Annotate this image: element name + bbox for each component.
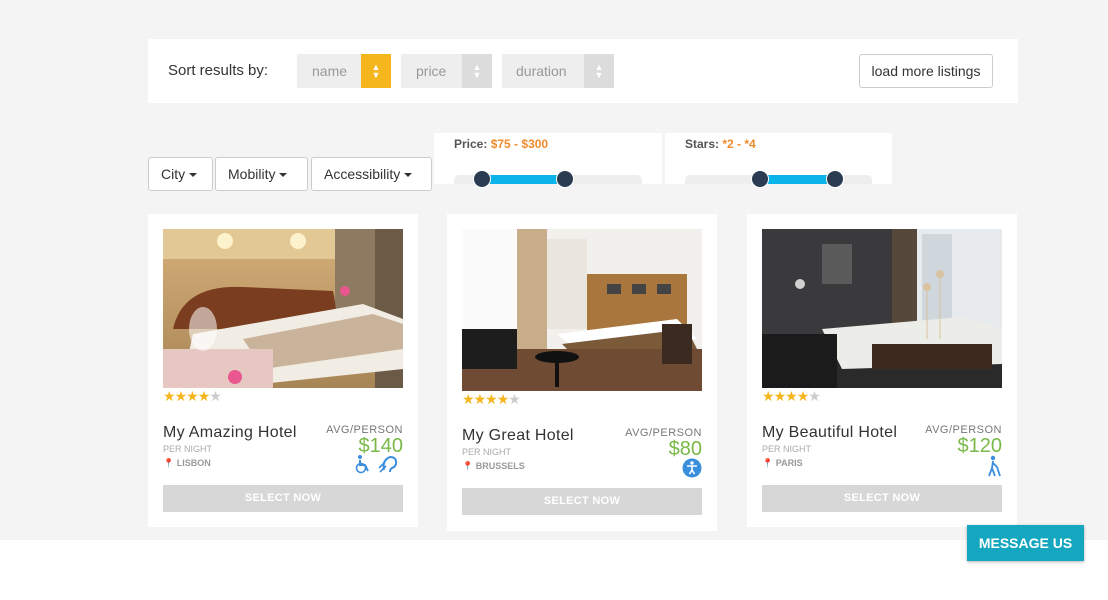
mobility-dropdown-label: Mobility [228, 166, 276, 182]
price-slider-fill [482, 175, 565, 184]
sort-by-duration-select[interactable]: duration ▲ ▼ [502, 54, 614, 88]
star-filled-icon: ★ [796, 388, 810, 404]
sort-arrows-icon: ▲ ▼ [584, 54, 614, 88]
hotel-name[interactable]: My Beautiful Hotel [762, 424, 897, 442]
stars-range-filter: Stars: *2 - *4 [665, 133, 892, 188]
sort-arrows-icon: ▲ ▼ [462, 54, 492, 88]
hotel-city: 📍 BRUSSELS [462, 461, 525, 472]
message-us-button[interactable]: MESSAGE US [967, 525, 1084, 561]
price-range-label: Price: $75 - $300 [454, 137, 548, 151]
hotel-name[interactable]: My Amazing Hotel [163, 424, 297, 442]
stars-max-handle[interactable] [825, 170, 844, 188]
stars-min-handle[interactable] [750, 170, 769, 188]
star-filled-icon: ★ [773, 388, 787, 404]
hotel-city: 📍 LISBON [163, 458, 211, 469]
hearing-assist-icon [378, 455, 398, 473]
price-range-filter: Price: $75 - $300 [434, 133, 662, 188]
per-night-label: PER NIGHT [762, 444, 812, 454]
star-filled-icon: ★ [496, 391, 510, 407]
map-pin-icon: 📍 [163, 458, 175, 468]
caret-down-icon [279, 173, 288, 178]
sort-by-price-select[interactable]: price ▲ ▼ [401, 54, 492, 88]
star-filled-icon: ★ [174, 388, 188, 404]
accessibility-icon [682, 458, 702, 478]
hotel-card[interactable]: ★★★★★ My Amazing Hotel PER NIGHT 📍 LISBO… [148, 214, 418, 527]
hotel-card[interactable]: ★★★★★ My Beautiful Hotel PER NIGHT 📍 PAR… [747, 214, 1017, 527]
hotel-photo [462, 229, 702, 391]
amenity-icons [986, 455, 1002, 477]
accessibility-dropdown-label: Accessibility [324, 166, 401, 182]
stars-slider-track[interactable] [685, 170, 872, 188]
city-name: LISBON [176, 458, 211, 468]
load-more-listings-button[interactable]: load more listings [859, 54, 993, 88]
stars-range-value: *2 - *4 [722, 137, 756, 151]
sort-bar: Sort results by: name ▲ ▼ price ▲ ▼ durati… [148, 39, 1018, 103]
star-filled-icon: ★ [186, 388, 199, 404]
stars-range-title: Stars: [685, 137, 720, 151]
city-dropdown[interactable]: City [148, 157, 213, 191]
wheelchair-icon [355, 455, 369, 474]
star-filled-icon: ★ [462, 391, 475, 407]
hotel-city: 📍 PARIS [762, 458, 803, 469]
star-filled-icon: ★ [485, 391, 498, 407]
sort-option-label: duration [516, 63, 567, 79]
sort-label: Sort results by: [168, 62, 269, 79]
select-now-button[interactable]: SELECT NOW [762, 485, 1002, 512]
price-max-handle[interactable] [555, 170, 574, 188]
price-slider-track[interactable] [454, 170, 642, 188]
city-name: PARIS [775, 458, 803, 468]
star-rating: ★★★★★ [163, 388, 222, 405]
map-pin-icon: 📍 [462, 461, 474, 471]
price-range-title: Price: [454, 137, 488, 151]
city-name: BRUSSELS [475, 461, 525, 471]
price-range-value: $75 - $300 [490, 137, 549, 151]
star-empty-icon: ★ [508, 391, 521, 407]
amenity-icons [353, 454, 403, 474]
star-filled-icon: ★ [762, 388, 775, 404]
star-rating: ★★★★★ [462, 391, 521, 408]
city-dropdown-label: City [161, 166, 186, 182]
sort-arrows-icon: ▲ ▼ [361, 54, 391, 88]
star-rating: ★★★★★ [762, 388, 821, 405]
amenity-icons [682, 458, 702, 478]
select-now-button[interactable]: SELECT NOW [163, 485, 403, 512]
accessibility-dropdown[interactable]: Accessibility [311, 157, 432, 191]
hotel-name[interactable]: My Great Hotel [462, 427, 574, 445]
select-now-button[interactable]: SELECT NOW [462, 488, 702, 515]
sort-option-label: price [416, 63, 447, 79]
map-pin-icon: 📍 [762, 458, 774, 468]
star-empty-icon: ★ [808, 388, 821, 404]
hotel-card[interactable]: ★★★★★ My Great Hotel PER NIGHT 📍 BRUSSEL… [447, 214, 717, 531]
stars-range-label: Stars: *2 - *4 [685, 137, 756, 151]
star-filled-icon: ★ [785, 388, 798, 404]
blind-cane-icon [988, 455, 1001, 477]
star-filled-icon: ★ [163, 388, 176, 404]
hotel-photo [163, 229, 403, 388]
star-filled-icon: ★ [197, 388, 211, 404]
star-empty-icon: ★ [209, 388, 222, 404]
sort-by-name-select[interactable]: name ▲ ▼ [297, 54, 391, 88]
caret-down-icon [404, 173, 413, 178]
hotel-photo [762, 229, 1002, 388]
caret-down-icon [189, 173, 198, 178]
per-night-label: PER NIGHT [462, 447, 512, 457]
star-filled-icon: ★ [473, 391, 487, 407]
stars-slider-fill [759, 175, 835, 184]
mobility-dropdown[interactable]: Mobility [215, 157, 308, 191]
sort-option-label: name [312, 63, 348, 79]
per-night-label: PER NIGHT [163, 444, 213, 454]
